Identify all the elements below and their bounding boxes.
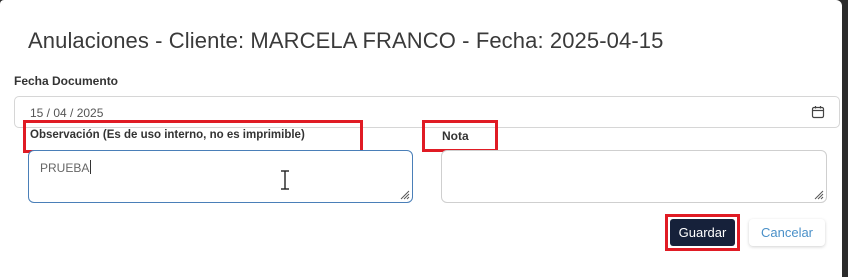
fecha-documento-label: Fecha Documento: [14, 74, 119, 88]
resize-grip-icon[interactable]: [812, 188, 824, 200]
text-caret: [90, 160, 92, 174]
annulment-dialog: Anulaciones - Cliente: MARCELA FRANCO - …: [0, 0, 842, 277]
observacion-textarea[interactable]: PRUEBA: [28, 150, 413, 203]
cancel-button[interactable]: Cancelar: [749, 219, 825, 246]
nota-textarea[interactable]: [441, 150, 827, 203]
save-button[interactable]: Guardar: [670, 219, 735, 246]
observacion-text: PRUEBA: [40, 161, 90, 175]
observacion-label: Observación (Es de uso interno, no es im…: [30, 129, 305, 141]
fecha-documento-value: 15 / 04 / 2025: [30, 106, 104, 120]
nota-label: Nota: [442, 129, 469, 143]
resize-grip-icon[interactable]: [398, 188, 410, 200]
text-cursor-icon: [281, 170, 289, 190]
dialog-title: Anulaciones - Cliente: MARCELA FRANCO - …: [28, 28, 664, 53]
calendar-icon[interactable]: [811, 105, 825, 119]
